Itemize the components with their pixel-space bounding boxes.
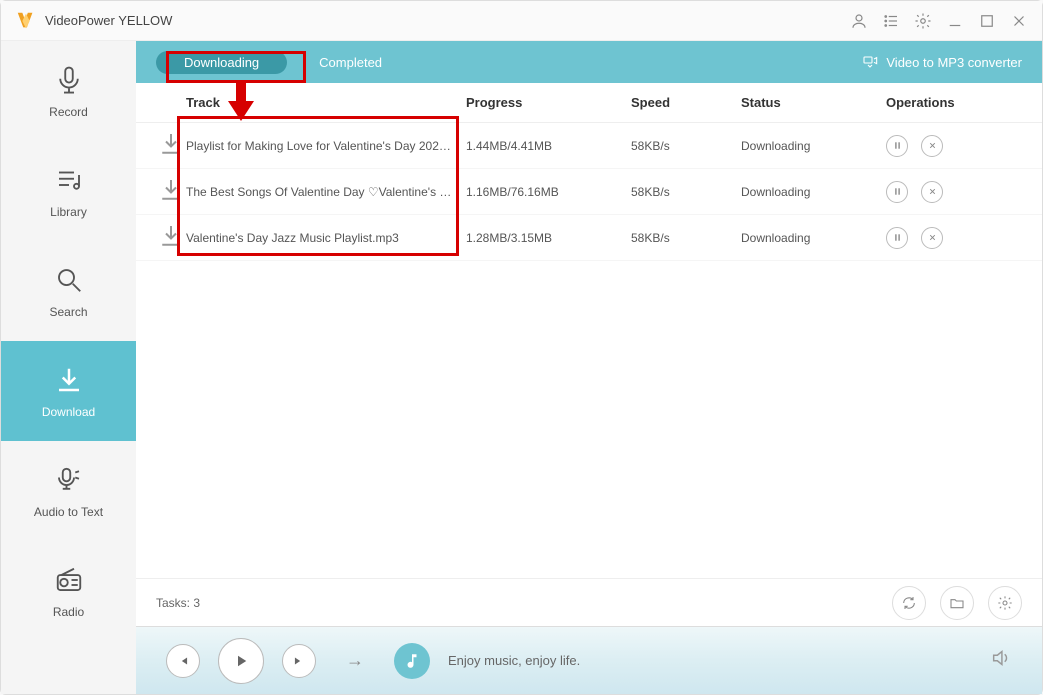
radio-icon: [52, 563, 86, 597]
download-row-icon: [156, 240, 186, 254]
track-status: Downloading: [741, 185, 886, 199]
track-speed: 58KB/s: [631, 185, 741, 199]
sidebar-item-audio-to-text[interactable]: Audio to Text: [1, 441, 136, 541]
gear-icon[interactable]: [914, 12, 932, 30]
library-icon: [52, 163, 86, 197]
track-progress: 1.28MB/3.15MB: [466, 231, 631, 245]
download-row-icon: [156, 194, 186, 208]
track-speed: 58KB/s: [631, 231, 741, 245]
sidebar-item-search[interactable]: Search: [1, 241, 136, 341]
converter-icon: [862, 53, 878, 72]
pause-button[interactable]: [886, 227, 908, 249]
sidebar-item-library[interactable]: Library: [1, 141, 136, 241]
track-progress: 1.44MB/4.41MB: [466, 139, 631, 153]
folder-button[interactable]: [940, 586, 974, 620]
col-status: Status: [741, 95, 886, 110]
sidebar-item-label: Search: [49, 305, 87, 319]
cancel-button[interactable]: [921, 135, 943, 157]
track-progress: 1.16MB/76.16MB: [466, 185, 631, 199]
tab-downloading[interactable]: Downloading: [156, 51, 287, 74]
track-name: Playlist for Making Love for Valentine's…: [186, 139, 466, 153]
footer-bar: Tasks: 3: [136, 578, 1042, 626]
app-logo-icon: [15, 10, 37, 32]
refresh-button[interactable]: [892, 586, 926, 620]
search-icon: [52, 263, 86, 297]
list-icon[interactable]: [882, 12, 900, 30]
play-button[interactable]: [218, 638, 264, 684]
user-icon[interactable]: [850, 12, 868, 30]
titlebar: VideoPower YELLOW: [1, 1, 1042, 41]
track-name: Valentine's Day Jazz Music Playlist.mp3: [186, 231, 466, 245]
sidebar-item-label: Library: [50, 205, 87, 219]
prev-button[interactable]: [166, 644, 200, 678]
sidebar-item-label: Audio to Text: [34, 505, 103, 519]
audio-to-text-icon: [52, 463, 86, 497]
track-status: Downloading: [741, 139, 886, 153]
download-list: Playlist for Making Love for Valentine's…: [136, 123, 1042, 261]
download-icon: [52, 363, 86, 397]
col-progress: Progress: [466, 95, 631, 110]
sidebar: Record Library Search Download Audio to …: [1, 41, 136, 694]
track-status: Downloading: [741, 231, 886, 245]
sidebar-item-record[interactable]: Record: [1, 41, 136, 141]
sidebar-item-download[interactable]: Download: [1, 341, 136, 441]
track-name: The Best Songs Of Valentine Day ♡Valenti…: [186, 185, 466, 199]
volume-icon[interactable]: [990, 647, 1012, 674]
cancel-button[interactable]: [921, 227, 943, 249]
player-tagline: Enjoy music, enjoy life.: [448, 653, 972, 668]
sidebar-item-label: Download: [42, 405, 95, 419]
tasks-count: Tasks: 3: [156, 596, 200, 610]
col-track: Track: [186, 95, 466, 110]
col-operations: Operations: [886, 95, 1022, 110]
table-row[interactable]: Valentine's Day Jazz Music Playlist.mp3 …: [136, 215, 1042, 261]
track-speed: 58KB/s: [631, 139, 741, 153]
col-speed: Speed: [631, 95, 741, 110]
music-badge-icon: [394, 643, 430, 679]
cancel-button[interactable]: [921, 181, 943, 203]
tab-row: Downloading Completed Video to MP3 conve…: [136, 41, 1042, 83]
pause-button[interactable]: [886, 181, 908, 203]
table-row[interactable]: Playlist for Making Love for Valentine's…: [136, 123, 1042, 169]
next-button[interactable]: [282, 644, 316, 678]
close-icon[interactable]: [1010, 12, 1028, 30]
app-title: VideoPower YELLOW: [45, 13, 172, 28]
tab-completed[interactable]: Completed: [307, 51, 394, 74]
settings-button[interactable]: [988, 586, 1022, 620]
sidebar-item-radio[interactable]: Radio: [1, 541, 136, 641]
table-header: Track Progress Speed Status Operations: [136, 83, 1042, 123]
content-area: Downloading Completed Video to MP3 conve…: [136, 41, 1042, 694]
minimize-icon[interactable]: [946, 12, 964, 30]
sidebar-item-label: Radio: [53, 605, 84, 619]
maximize-icon[interactable]: [978, 12, 996, 30]
microphone-icon: [52, 63, 86, 97]
video-to-mp3-link[interactable]: Video to MP3 converter: [862, 53, 1022, 72]
pause-button[interactable]: [886, 135, 908, 157]
table-row[interactable]: The Best Songs Of Valentine Day ♡Valenti…: [136, 169, 1042, 215]
sidebar-item-label: Record: [49, 105, 88, 119]
shuffle-icon[interactable]: →: [346, 650, 364, 671]
player-bar: → Enjoy music, enjoy life.: [136, 626, 1042, 694]
download-row-icon: [156, 148, 186, 162]
